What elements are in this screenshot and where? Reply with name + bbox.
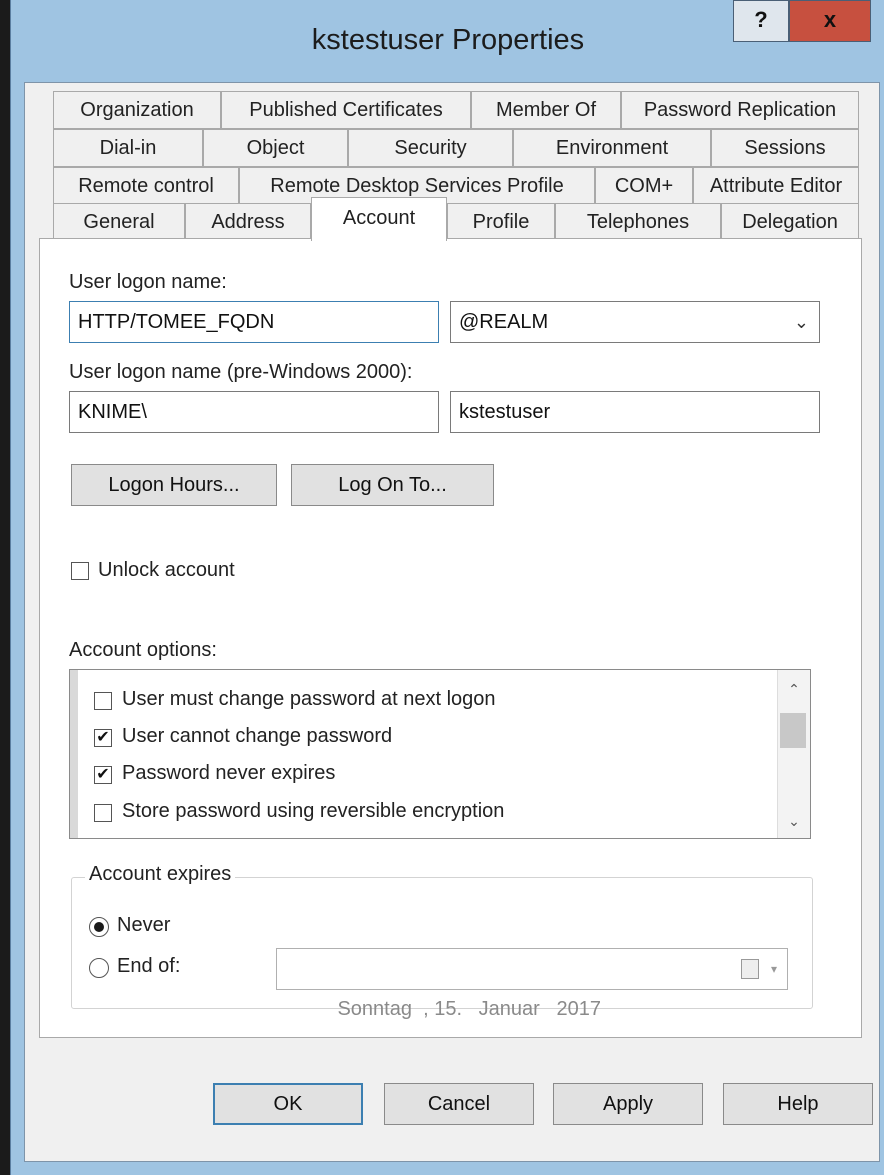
end-of-date-picker[interactable]: Sonntag , 15. Januar 2017 ▾	[276, 948, 788, 1020]
tab-organization[interactable]: Organization	[53, 91, 221, 129]
account-option-item[interactable]: User must change password at next logon	[94, 688, 754, 716]
account-expires-legend: Account expires	[85, 863, 236, 886]
user-logon-name-input[interactable]: HTTP/TOMEE_FQDN	[69, 301, 439, 343]
scroll-up-icon[interactable]: ⌃	[778, 674, 810, 704]
tab-password-replication[interactable]: Password Replication	[621, 91, 859, 129]
checkmark-icon[interactable]: ✔	[94, 729, 112, 747]
help-button[interactable]: Help	[723, 1083, 873, 1125]
user-logon-name-label: User logon name:	[69, 271, 227, 293]
option-label: Password never expires	[122, 762, 336, 784]
calendar-icon[interactable]	[741, 959, 759, 979]
tab-member-of[interactable]: Member Of	[471, 91, 621, 129]
help-title-button[interactable]: ?	[733, 0, 789, 42]
tab-telephones[interactable]: Telephones	[555, 203, 721, 241]
option-checkbox[interactable]	[94, 692, 112, 710]
radio-selected-dot	[94, 922, 104, 932]
cancel-button[interactable]: Cancel	[384, 1083, 534, 1125]
tab-account[interactable]: Account	[311, 197, 447, 241]
tab-delegation[interactable]: Delegation	[721, 203, 859, 241]
tab-remote-control[interactable]: Remote control	[53, 167, 239, 205]
tab-dial-in[interactable]: Dial-in	[53, 129, 203, 167]
background-window-edge	[0, 0, 10, 1175]
account-options-label: Account options:	[69, 639, 217, 661]
end-of-radio[interactable]	[89, 958, 109, 978]
tab-published-certificates[interactable]: Published Certificates	[221, 91, 471, 129]
upn-suffix-dropdown[interactable]: @REALM ⌄	[450, 301, 820, 343]
tab-security[interactable]: Security	[348, 129, 513, 167]
option-label: User cannot change password	[122, 725, 393, 747]
option-label: User must change password at next logon	[122, 688, 496, 710]
account-options-list[interactable]: User must change password at next logon …	[69, 669, 811, 839]
tab-com-plus[interactable]: COM+	[595, 167, 693, 205]
unlock-account-checkbox[interactable]	[71, 562, 89, 580]
logon-hours-button[interactable]: Logon Hours...	[71, 464, 277, 506]
tab-attribute-editor[interactable]: Attribute Editor	[693, 167, 859, 205]
unlock-account-label: Unlock account	[98, 559, 235, 581]
dialog-client-area: Organization Published Certificates Memb…	[24, 82, 880, 1162]
option-checkbox[interactable]	[94, 804, 112, 822]
end-of-label: End of:	[117, 955, 181, 977]
checkmark-icon[interactable]: ✔	[94, 766, 112, 784]
tab-environment[interactable]: Environment	[513, 129, 711, 167]
account-option-item[interactable]: Store password using reversible encrypti…	[94, 800, 754, 828]
ok-button[interactable]: OK	[213, 1083, 363, 1125]
end-of-date-value: Sonntag , 15. Januar 2017	[337, 998, 601, 1020]
pre-windows-username-input[interactable]: kstestuser	[450, 391, 820, 433]
scroll-down-icon[interactable]: ⌄	[778, 806, 810, 836]
apply-button[interactable]: Apply	[553, 1083, 703, 1125]
chevron-down-icon: ⌄	[793, 312, 809, 332]
tab-address[interactable]: Address	[185, 203, 311, 241]
upn-suffix-value: @REALM	[459, 311, 549, 333]
properties-window: kstestuser Properties ? x Organization P…	[10, 0, 884, 1175]
list-left-edge	[70, 670, 78, 838]
never-radio[interactable]	[89, 917, 109, 937]
never-label: Never	[117, 914, 171, 936]
log-on-to-button[interactable]: Log On To...	[291, 464, 494, 506]
scrollbar-thumb[interactable]	[780, 713, 806, 748]
close-button[interactable]: x	[789, 0, 871, 42]
options-scrollbar[interactable]: ⌃ ⌄	[777, 670, 810, 838]
pre-windows-domain-field: KNIME\	[69, 391, 439, 433]
tab-profile[interactable]: Profile	[447, 203, 555, 241]
account-option-item[interactable]: ✔ Password never expires	[94, 762, 754, 790]
account-tab-panel: User logon name: HTTP/TOMEE_FQDN @REALM …	[39, 238, 862, 1038]
tab-sessions[interactable]: Sessions	[711, 129, 859, 167]
chevron-down-icon: ▾	[770, 962, 777, 976]
account-option-item[interactable]: ✔ User cannot change password	[94, 725, 754, 753]
pre-windows-2000-label: User logon name (pre-Windows 2000):	[69, 361, 413, 383]
tab-object[interactable]: Object	[203, 129, 348, 167]
tab-general[interactable]: General	[53, 203, 185, 241]
option-label: Store password using reversible encrypti…	[122, 800, 505, 822]
